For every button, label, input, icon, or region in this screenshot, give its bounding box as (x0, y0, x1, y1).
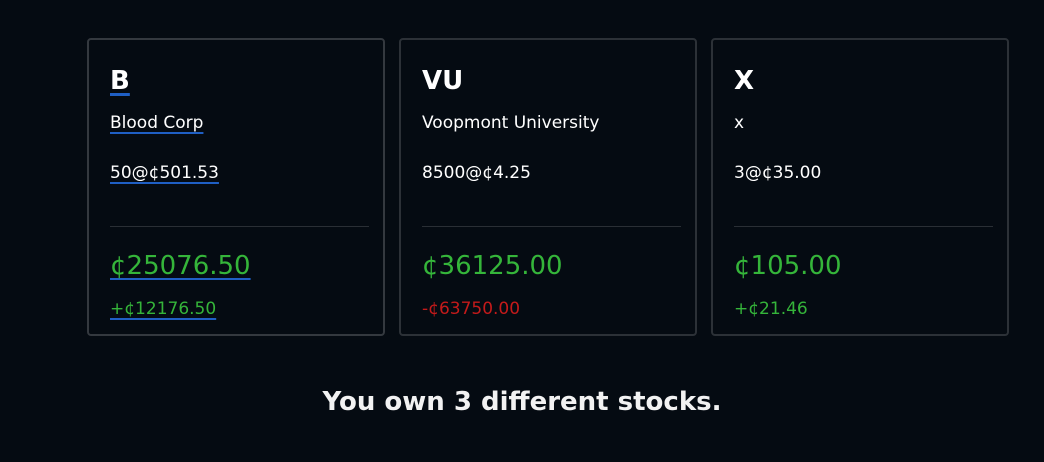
stock-holding: 8500@¢4.25 (422, 163, 531, 183)
stock-company-name: x (734, 113, 745, 133)
stock-company-name: Blood Corp (110, 113, 204, 133)
stock-change: +¢12176.50 (110, 299, 217, 319)
stock-change: +¢21.46 (734, 299, 808, 319)
stock-company-name: Voopmont University (422, 113, 600, 133)
stock-holding: 3@¢35.00 (734, 163, 822, 183)
card-divider (734, 226, 993, 227)
stock-ticker: B (110, 66, 130, 96)
stock-ticker: VU (422, 66, 464, 96)
stock-card-vu[interactable]: VU Voopmont University 8500@¢4.25 ¢36125… (399, 38, 697, 336)
stock-holding: 50@¢501.53 (110, 163, 219, 183)
stock-card-b[interactable]: B Blood Corp 50@¢501.53 ¢25076.50 +¢1217… (87, 38, 385, 336)
stock-ticker: X (734, 66, 755, 96)
card-divider (110, 226, 369, 227)
stock-total-value: ¢105.00 (734, 251, 842, 281)
card-divider (422, 226, 681, 227)
stock-card-x[interactable]: X x 3@¢35.00 ¢105.00 +¢21.46 (711, 38, 1009, 336)
stock-change: -¢63750.00 (422, 299, 521, 319)
stock-total-value: ¢36125.00 (422, 251, 563, 281)
stock-card-list: B Blood Corp 50@¢501.53 ¢25076.50 +¢1217… (87, 38, 1010, 336)
stock-total-value: ¢25076.50 (110, 251, 251, 281)
portfolio-summary: You own 3 different stocks. (322, 387, 722, 417)
